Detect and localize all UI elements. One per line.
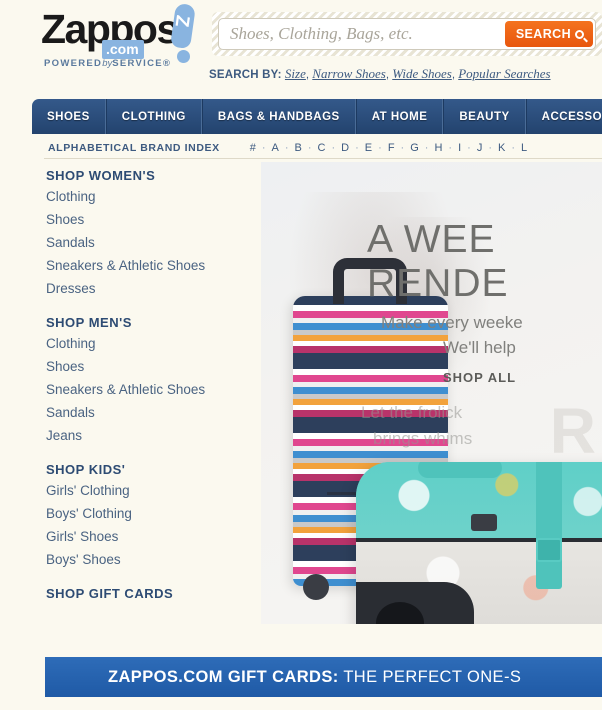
hero-title: A WEE RENDE	[367, 218, 602, 306]
sidebar-item-womens-clothing[interactable]: Clothing	[46, 189, 256, 205]
sidebar-item-boys-clothing[interactable]: Boys' Clothing	[46, 506, 256, 522]
search-container: SEARCH	[212, 12, 602, 56]
duffel-strap	[536, 462, 562, 589]
nav-item-at-home[interactable]: AT HOME	[355, 99, 444, 134]
search-by-link-wide-shoes[interactable]: Wide Shoes	[392, 66, 452, 81]
gift-card-banner-bold: ZAPPOS.COM GIFT CARDS:	[108, 667, 339, 686]
search-box: SEARCH	[218, 18, 596, 50]
brand-index-letter-d[interactable]: D	[335, 142, 355, 154]
hero-footer-line-2: brings whims	[373, 429, 473, 448]
brand-index-letter-f[interactable]: F	[382, 142, 401, 154]
brand-index-letter-l[interactable]: L	[515, 142, 533, 154]
brand-index-letters: # · A · B · C · D · E · F · G · H · I · J · K · L	[244, 142, 533, 154]
header-divider	[44, 158, 602, 159]
search-by-label: SEARCH BY:	[209, 69, 282, 81]
brand-index-letter-hash[interactable]: #	[244, 142, 262, 154]
sidebar-heading-gift-cards[interactable]: SHOP GIFT CARDS	[46, 586, 256, 601]
sidebar-item-womens-sandals[interactable]: Sandals	[46, 235, 256, 251]
hero-cta-link[interactable]: SHOP ALL	[443, 370, 516, 385]
nav-item-beauty[interactable]: BEAUTY	[443, 99, 526, 134]
sidebar-item-girls-shoes[interactable]: Girls' Shoes	[46, 529, 256, 545]
nav-item-clothing[interactable]: CLOTHING	[105, 99, 202, 134]
hero-subtitle-line-2: We'll help	[443, 338, 516, 357]
sidebar-heading-mens: SHOP MEN'S	[46, 315, 132, 330]
duffel-luggage-tag	[471, 514, 497, 531]
nav-item-shoes[interactable]: SHOES	[32, 99, 106, 134]
gift-card-banner[interactable]: ZAPPOS.COM GIFT CARDS: THE PERFECT ONE-S	[45, 657, 602, 697]
brand-index-letter-j[interactable]: J	[471, 142, 489, 154]
brand-index-letter-c[interactable]: C	[312, 142, 332, 154]
sidebar-item-womens-dresses[interactable]: Dresses	[46, 281, 256, 297]
comma-1: ,	[305, 69, 310, 81]
sidebar-item-mens-jeans[interactable]: Jeans	[46, 428, 256, 444]
hero-ghost-letter: R	[549, 395, 596, 467]
brand-index-letter-k[interactable]: K	[492, 142, 511, 154]
search-by-link-size[interactable]: Size	[285, 66, 306, 81]
tagline-by: by	[102, 58, 113, 69]
zappos-homepage: Zappos .com POWEREDbySERVICE® SEARCH SEA…	[0, 0, 602, 710]
sidebar-heading-kids: SHOP KIDS'	[46, 462, 126, 477]
brand-index-letter-h[interactable]: H	[428, 142, 448, 154]
floral-duffel-bag-image	[356, 462, 602, 624]
hero-footer-text: Let the frolick brings whims	[361, 400, 472, 452]
nav-item-bags-handbags[interactable]: BAGS & HANDBAGS	[201, 99, 356, 134]
hero-subtitle-line-1: Make every weeke	[381, 313, 523, 332]
search-button-label: SEARCH	[515, 27, 571, 41]
sidebar-heading-womens: SHOP WOMEN'S	[46, 168, 156, 183]
zappos-logo[interactable]: Zappos .com POWEREDbySERVICE®	[41, 2, 196, 70]
sidebar-item-girls-clothing[interactable]: Girls' Clothing	[46, 483, 256, 499]
duffel-seam	[356, 538, 602, 542]
gift-card-banner-rest: THE PERFECT ONE-S	[338, 667, 522, 686]
sidebar-item-boys-shoes[interactable]: Boys' Shoes	[46, 552, 256, 568]
magnifier-icon	[575, 29, 584, 39]
logo-dot-icon	[177, 50, 190, 63]
search-by-row: SEARCH BY: Size, Narrow Shoes, Wide Shoe…	[209, 66, 551, 82]
hero-subtitle: Make every weeke We'll help	[381, 310, 602, 360]
search-button[interactable]: SEARCH	[504, 21, 593, 47]
gift-card-banner-text: ZAPPOS.COM GIFT CARDS: THE PERFECT ONE-S	[108, 668, 521, 687]
hero-title-line-2: RENDE	[367, 262, 509, 305]
nav-item-accessories[interactable]: ACCESSORIES	[525, 99, 602, 134]
site-header: Zappos .com POWEREDbySERVICE® SEARCH SEA…	[0, 0, 602, 95]
alphabetical-brand-index: ALPHABETICAL BRAND INDEX # · A · B · C · D · …	[32, 138, 602, 158]
logo-tagline: POWEREDbySERVICE®	[44, 58, 171, 69]
brand-index-label: ALPHABETICAL BRAND INDEX	[48, 142, 220, 154]
sidebar-item-mens-sneakers[interactable]: Sneakers & Athletic Shoes	[46, 382, 256, 398]
sidebar-item-mens-shoes[interactable]: Shoes	[46, 359, 256, 375]
duffel-buckle	[536, 538, 562, 562]
logo-com-badge: .com	[102, 40, 144, 59]
main-navigation: SHOES CLOTHING BAGS & HANDBAGS AT HOME B…	[32, 99, 602, 134]
search-by-link-narrow-shoes[interactable]: Narrow Shoes	[312, 66, 386, 81]
category-sidebar: SHOP WOMEN'S Clothing Shoes Sandals Snea…	[46, 168, 256, 607]
brand-index-letter-a[interactable]: A	[266, 142, 285, 154]
sidebar-item-womens-sneakers[interactable]: Sneakers & Athletic Shoes	[46, 258, 256, 274]
duffel-handle	[418, 462, 502, 478]
hero-banner[interactable]: R A WEE RENDE Make every weeke We'll hel…	[261, 162, 602, 624]
search-by-link-popular-searches[interactable]: Popular Searches	[458, 66, 550, 81]
brand-index-letter-g[interactable]: G	[404, 142, 425, 154]
tagline-service: SERVICE®	[112, 58, 172, 69]
suitcase-wheel-left	[303, 574, 329, 600]
tagline-powered: POWERED	[44, 58, 103, 69]
brand-index-letter-e[interactable]: E	[359, 142, 378, 154]
brand-index-letter-b[interactable]: B	[289, 142, 308, 154]
comma-3: ,	[451, 69, 456, 81]
sidebar-item-mens-clothing[interactable]: Clothing	[46, 336, 256, 352]
comma-2: ,	[385, 69, 390, 81]
sidebar-item-mens-sandals[interactable]: Sandals	[46, 405, 256, 421]
sidebar-item-womens-shoes[interactable]: Shoes	[46, 212, 256, 228]
brand-index-letter-i[interactable]: I	[452, 142, 467, 154]
hero-footer-line-1: Let the frolick	[361, 403, 463, 422]
hero-title-line-1: A WEE	[367, 218, 496, 261]
